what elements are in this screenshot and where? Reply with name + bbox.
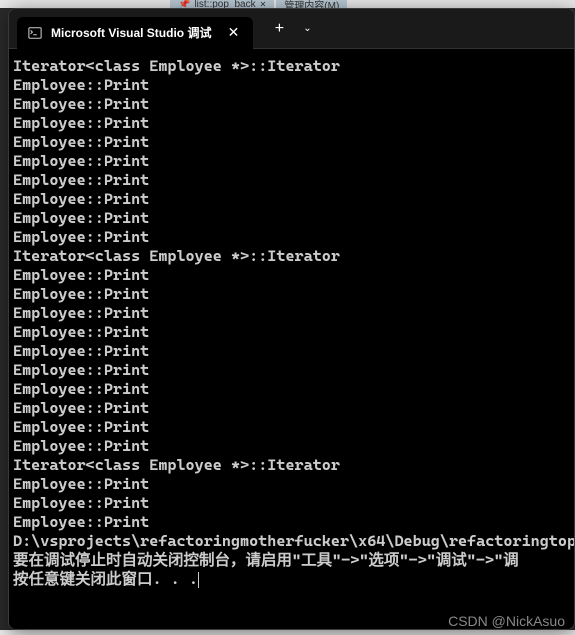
console-line: Employee::Print <box>13 285 570 304</box>
console-line: Employee::Print <box>13 380 570 399</box>
console-line: Employee::Print <box>13 228 570 247</box>
console-line: Iterator<class Employee *>::Iterator <box>13 247 570 266</box>
console-line: Employee::Print <box>13 437 570 456</box>
tab-title: Microsoft Visual Studio 调试 <box>51 24 211 41</box>
console-line: Employee::Print <box>13 133 570 152</box>
bg-tab-2: 管理内容(M) <box>276 0 347 8</box>
cursor <box>198 572 199 588</box>
console-line: Employee::Print <box>13 76 570 95</box>
background-ide-tabs: 📌 list::pop_back ✕ 管理内容(M) <box>0 0 575 8</box>
console-line: Employee::Print <box>13 418 570 437</box>
console-line: Employee::Print <box>13 304 570 323</box>
bg-tab-1-label: list::pop_back <box>194 0 255 8</box>
console-line: Employee::Print <box>13 342 570 361</box>
console-line: Employee::Print <box>13 323 570 342</box>
console-line: Employee::Print <box>13 114 570 133</box>
bg-tab-2-label: 管理内容(M) <box>284 0 339 8</box>
console-line: Employee::Print <box>13 190 570 209</box>
background-bottom <box>0 630 575 635</box>
console-line: 按任意键关闭此窗口. . . <box>13 570 570 589</box>
titlebar: Microsoft Visual Studio 调试 ✕ + ⌄ <box>9 9 574 49</box>
console-line: Employee::Print <box>13 361 570 380</box>
pin-icon: 📌 <box>178 0 190 8</box>
console-line: Employee::Print <box>13 152 570 171</box>
active-tab[interactable]: Microsoft Visual Studio 调试 ✕ <box>17 17 253 49</box>
console-line: Employee::Print <box>13 399 570 418</box>
console-line: Employee::Print <box>13 266 570 285</box>
console-line: Employee::Print <box>13 475 570 494</box>
watermark: CSDN @NickAsuo <box>448 613 565 629</box>
console-line: Iterator<class Employee *>::Iterator <box>13 456 570 475</box>
new-tab-button[interactable]: + <box>265 15 293 43</box>
console-line: Employee::Print <box>13 171 570 190</box>
console-line: Iterator<class Employee *>::Iterator <box>13 57 570 76</box>
console-line: Employee::Print <box>13 513 570 532</box>
terminal-icon <box>27 25 43 41</box>
console-line: 要在调试停止时自动关闭控制台，请启用"工具"->"选项"->"调试"->"调 <box>13 551 570 570</box>
console-line: Employee::Print <box>13 95 570 114</box>
close-icon: ✕ <box>260 0 267 8</box>
console-line: Employee::Print <box>13 494 570 513</box>
bg-tab-1: 📌 list::pop_back ✕ <box>170 0 274 8</box>
console-line: D:\vsprojects\refactoringmotherfucker\x6… <box>13 532 570 551</box>
console-output[interactable]: Iterator<class Employee *>::IteratorEmpl… <box>9 49 574 629</box>
close-tab-button[interactable]: ✕ <box>223 23 243 43</box>
console-line: Employee::Print <box>13 209 570 228</box>
tab-dropdown-button[interactable]: ⌄ <box>293 15 321 43</box>
console-window: Microsoft Visual Studio 调试 ✕ + ⌄ Iterato… <box>8 8 575 630</box>
